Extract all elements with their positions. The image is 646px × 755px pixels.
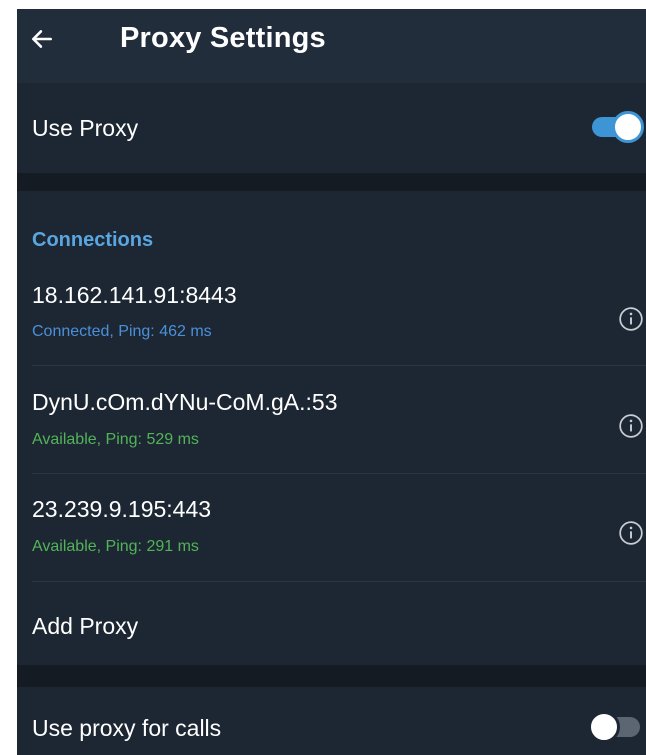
use-proxy-calls-toggle[interactable]: [588, 711, 640, 743]
proxy-address: 23.239.9.195:443: [32, 496, 212, 522]
arrow-left-icon[interactable]: [29, 26, 55, 52]
page-title: Proxy Settings: [120, 22, 326, 54]
section-divider: [17, 173, 646, 191]
toggle-knob: [612, 111, 644, 143]
proxy-status: Available, Ping: 291 ms: [32, 538, 199, 555]
info-icon[interactable]: [618, 413, 644, 439]
info-icon[interactable]: [618, 520, 644, 546]
use-proxy-label: Use Proxy: [32, 115, 139, 141]
item-separator: [32, 365, 646, 366]
proxy-status: Available, Ping: 529 ms: [32, 431, 199, 448]
proxy-item[interactable]: 18.162.141.91:8443 Connected, Ping: 462 …: [17, 282, 646, 389]
proxy-address: DynU.cOm.dYNu-CoM.gA.:53: [32, 389, 338, 415]
app-bar: Proxy Settings: [17, 9, 646, 83]
proxy-item[interactable]: DynU.cOm.dYNu-CoM.gA.:53 Available, Ping…: [17, 389, 646, 496]
proxy-status: Connected, Ping: 462 ms: [32, 323, 212, 340]
use-proxy-row[interactable]: Use Proxy: [17, 83, 646, 173]
section-divider: [17, 665, 646, 687]
proxy-settings-screen: Proxy Settings Use Proxy Connections 18.…: [17, 9, 646, 755]
toggle-knob: [588, 711, 620, 743]
use-proxy-toggle[interactable]: [592, 111, 644, 143]
item-separator: [32, 473, 646, 474]
add-proxy-button[interactable]: Add Proxy: [32, 613, 138, 640]
proxy-address: 18.162.141.91:8443: [32, 282, 237, 308]
item-separator: [32, 581, 646, 582]
use-proxy-calls-label: Use proxy for calls: [32, 715, 222, 741]
proxy-item[interactable]: 23.239.9.195:443 Available, Ping: 291 ms: [17, 496, 646, 603]
info-icon[interactable]: [618, 306, 644, 332]
connections-header: Connections: [32, 229, 154, 251]
